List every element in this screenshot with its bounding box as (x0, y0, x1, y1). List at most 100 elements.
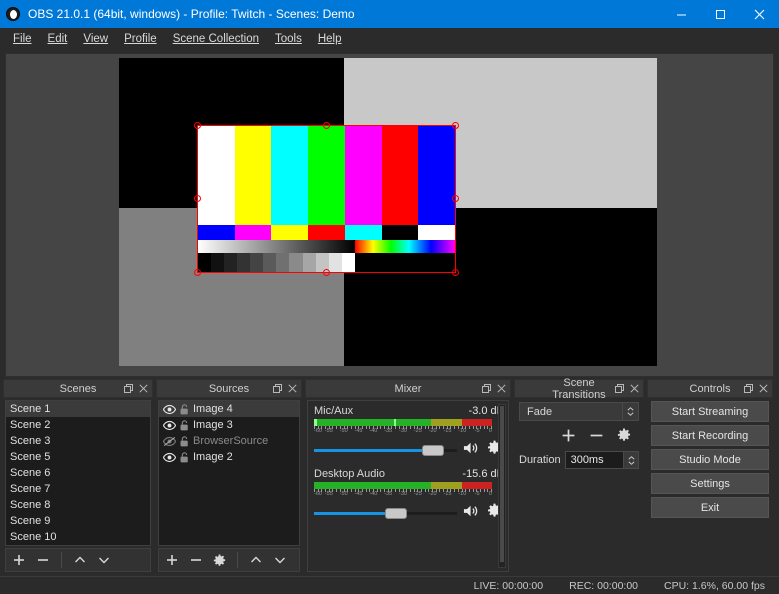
mixer-meter-group: -60 -55 -50 -45 -40 -35 -30 -25 -20 -15 -10 -5 0 (314, 419, 492, 436)
color-bar (198, 225, 235, 240)
title-bar: OBS 21.0.1 (64bit, windows) - Profile: T… (0, 0, 779, 28)
menu-bar: File Edit View Profile Scene Collection … (0, 28, 779, 50)
plus-icon[interactable] (165, 553, 179, 567)
volume-slider[interactable] (314, 443, 457, 457)
plus-icon[interactable] (12, 553, 26, 567)
source-list-item[interactable]: Image 4 (159, 401, 299, 417)
eye-icon[interactable] (163, 452, 176, 463)
source-colorbars[interactable] (198, 126, 455, 272)
menu-scene-collection-label: Scene Collection (172, 32, 259, 45)
eye-off-icon[interactable] (163, 436, 176, 447)
scene-list-item[interactable]: Scene 3 (6, 433, 150, 449)
lock-open-icon[interactable] (180, 419, 189, 431)
color-bar (344, 126, 382, 225)
scene-list-item[interactable]: Scene 7 (6, 481, 150, 497)
volume-slider-handle[interactable] (384, 508, 407, 519)
dock-row: Scenes Scene 1 Scene 2 Scene 3 Scene 5 Scene… (0, 377, 779, 576)
dock-sources-titlebar: Sources (156, 379, 302, 398)
duration-input[interactable]: 300ms (564, 451, 639, 469)
chevron-down-icon[interactable] (273, 553, 287, 567)
menu-edit[interactable]: Edit (40, 30, 76, 48)
meter-peak-indicator (314, 419, 317, 426)
scene-list-item[interactable]: Scene 5 (6, 449, 150, 465)
spinner-arrows-icon[interactable] (623, 452, 638, 468)
transition-buttons (519, 423, 639, 447)
scene-label: Scene 9 (10, 515, 51, 527)
lock-open-icon[interactable] (180, 403, 189, 415)
scene-list-item[interactable]: Scene 10 (6, 529, 150, 545)
menu-file[interactable]: File (5, 30, 40, 48)
eye-icon[interactable] (163, 420, 176, 431)
minus-icon[interactable] (36, 553, 50, 567)
speaker-icon[interactable] (463, 441, 480, 460)
dock-controls-title: Controls (689, 382, 731, 395)
transition-select[interactable]: Fade (519, 402, 639, 421)
meter-tick-label: -55 (324, 428, 333, 434)
lock-open-icon[interactable] (180, 435, 189, 447)
menu-help[interactable]: Help (310, 30, 350, 48)
float-icon[interactable] (124, 384, 133, 393)
scene-list-item[interactable]: Scene 8 (6, 497, 150, 513)
lock-open-icon[interactable] (180, 451, 189, 463)
close-icon[interactable] (497, 384, 506, 393)
close-icon[interactable] (740, 0, 779, 28)
scene-list-item[interactable]: Scene 1 (6, 401, 150, 417)
menu-scene-collection[interactable]: Scene Collection (165, 30, 267, 48)
duration-value: 300ms (570, 454, 604, 466)
control-button-settings[interactable]: Settings (651, 473, 769, 494)
chevron-up-down-icon[interactable] (622, 403, 638, 420)
close-icon[interactable] (630, 384, 639, 393)
control-button-studio-mode[interactable]: Studio Mode (651, 449, 769, 470)
float-icon[interactable] (615, 384, 624, 393)
gear-icon[interactable] (213, 553, 226, 567)
scene-list-item[interactable]: Scene 9 (6, 513, 150, 529)
sources-toolbar (158, 548, 300, 572)
gray-step (341, 253, 355, 272)
gray-step (276, 253, 290, 272)
meter-tick-label: -30 (398, 428, 407, 434)
toolbar-divider (237, 552, 238, 568)
scene-list-item[interactable]: Scene 2 (6, 417, 150, 433)
menu-view[interactable]: View (75, 30, 116, 48)
plus-icon[interactable] (561, 428, 576, 443)
colorbars-secondary-row (198, 225, 455, 240)
source-list-item[interactable]: BrowserSource (159, 433, 299, 449)
source-list-item[interactable]: Image 2 (159, 449, 299, 465)
chevron-up-icon[interactable] (249, 553, 263, 567)
chevron-down-icon[interactable] (97, 553, 111, 567)
sources-list[interactable]: Image 4 Image 3 BrowserSource Image 2 (158, 400, 300, 546)
source-list-item[interactable]: Image 3 (159, 417, 299, 433)
control-button-start-recording[interactable]: Start Recording (651, 425, 769, 446)
float-icon[interactable] (744, 384, 753, 393)
control-button-start-streaming[interactable]: Start Streaming (651, 401, 769, 422)
float-icon[interactable] (273, 384, 282, 393)
menu-tools[interactable]: Tools (267, 30, 310, 48)
maximize-icon[interactable] (701, 0, 740, 28)
volume-slider-handle[interactable] (421, 445, 444, 456)
scene-list-item[interactable]: Scene 6 (6, 465, 150, 481)
close-icon[interactable] (759, 384, 768, 393)
meter-tick-label: -10 (458, 491, 467, 497)
volume-slider[interactable] (314, 506, 457, 520)
color-bar (271, 225, 309, 240)
scenes-list[interactable]: Scene 1 Scene 2 Scene 3 Scene 5 Scene 6 Scene… (5, 400, 151, 546)
minus-icon[interactable] (189, 553, 203, 567)
control-button-exit[interactable]: Exit (651, 497, 769, 518)
speaker-icon[interactable] (463, 504, 480, 523)
minimize-icon[interactable] (662, 0, 701, 28)
preview-canvas[interactable] (119, 58, 657, 366)
eye-icon[interactable] (163, 404, 176, 415)
dock-scenes-titlebar: Scenes (3, 379, 153, 398)
chevron-up-icon[interactable] (73, 553, 87, 567)
close-icon[interactable] (288, 384, 297, 393)
minus-icon[interactable] (589, 428, 604, 443)
mixer-scrollbar[interactable] (498, 404, 506, 568)
menu-profile[interactable]: Profile (116, 30, 165, 48)
float-icon[interactable] (482, 384, 491, 393)
preview-viewport[interactable] (5, 53, 774, 377)
color-bar (234, 225, 272, 240)
meter-tick-label: -30 (398, 491, 407, 497)
gear-icon[interactable] (617, 428, 631, 442)
source-label: Image 4 (193, 403, 233, 415)
close-icon[interactable] (139, 384, 148, 393)
